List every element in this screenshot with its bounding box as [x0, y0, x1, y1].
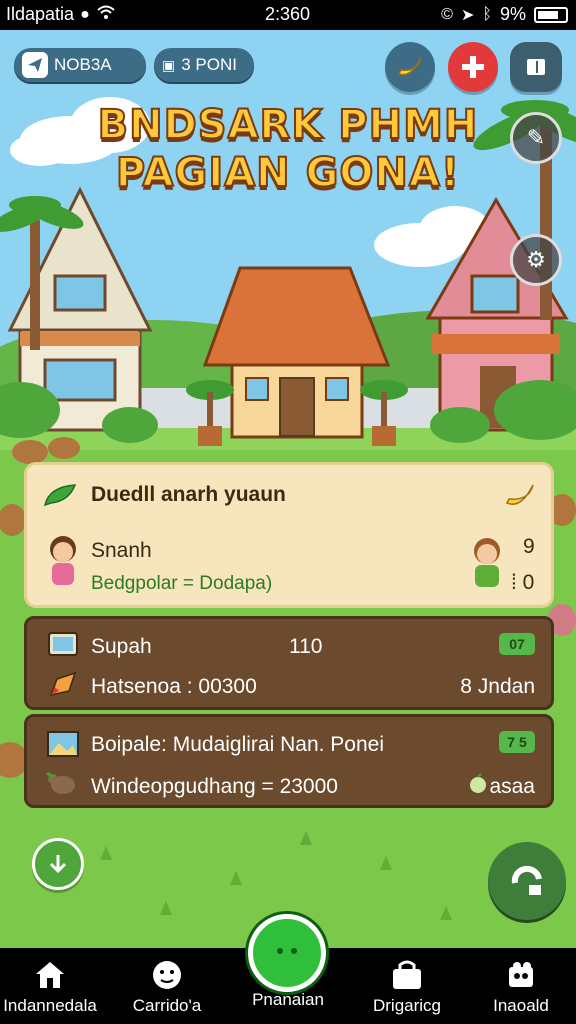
- nav-label-character: Carrido'a: [132, 996, 202, 1015]
- game-title-line2: PAGIAN GONA!: [115, 149, 461, 197]
- animal-icon: [46, 771, 75, 794]
- notification-icon: ●: [80, 5, 90, 23]
- battery-icon: [534, 6, 568, 23]
- landscape-icon: [47, 731, 79, 757]
- nav-item-character[interactable]: Carrido'a: [112, 948, 222, 1024]
- side-settings-button[interactable]: ⚙: [510, 234, 562, 286]
- leaf-icon: [43, 484, 77, 507]
- panel-1-detail: Hatsenoa : 00300: [91, 675, 257, 698]
- book-icon: [527, 59, 545, 75]
- points-chip[interactable]: ▣ 3 PONI: [154, 48, 254, 82]
- nav-item-puzzle[interactable]: Inaoald: [466, 948, 576, 1024]
- panel-1-badge: 07: [499, 633, 535, 655]
- points-chip-label: 3 PONI: [181, 55, 237, 74]
- nav-label-home: Indannedala: [3, 996, 97, 1015]
- location-icon: ➤: [460, 6, 475, 24]
- bluetooth-icon: ᛒ: [482, 5, 492, 23]
- profile-chip-label: NOB3A: [54, 55, 112, 74]
- paper-plane-icon: [22, 52, 48, 78]
- arrow-down-icon: [49, 855, 67, 874]
- nav-label-play: Pnanaian: [252, 990, 324, 1009]
- quest-counter-bottom: ⁞ 0: [511, 571, 535, 594]
- panel-2-title: Boipale: Mudaiglirai Nan. Ponei: [91, 733, 385, 756]
- nav-item-shop[interactable]: Drigaricg: [352, 948, 462, 1024]
- add-button[interactable]: [448, 42, 498, 92]
- gear-icon: ⚙: [526, 247, 546, 272]
- nav-item-home[interactable]: Indannedala: [0, 948, 105, 1024]
- girl-avatar: [50, 536, 76, 585]
- clock: 2:360: [265, 4, 311, 24]
- nav-label-puzzle: Inaoald: [493, 996, 549, 1015]
- sync-icon: ©: [441, 5, 453, 23]
- quest-panel[interactable]: Duedll anarh yuaun Snanh Bedgpolar = Dod…: [24, 462, 554, 608]
- quest-character-name: Snanh: [91, 539, 152, 562]
- apple-icon: [470, 773, 486, 793]
- action-button[interactable]: [488, 842, 566, 920]
- panel-2-detail: Windeopgudhang = 23000: [91, 775, 338, 798]
- face-icon: [151, 958, 183, 992]
- banana-icon: [505, 484, 534, 505]
- points-icon: ▣: [162, 56, 176, 73]
- tv-icon: [48, 632, 78, 656]
- battery-percent: 9%: [499, 4, 526, 24]
- quest-counter-top: 9: [523, 535, 535, 558]
- play-icon: [277, 948, 297, 954]
- quest-heading: Duedll anarh yuaun: [91, 483, 286, 506]
- panel-1-detail-right: 8 Jndan: [460, 675, 535, 698]
- panel-1-title: Supah: [91, 635, 152, 658]
- quest-subtext: Bedgpolar = Dodapa): [91, 573, 273, 594]
- puzzle-icon: [505, 958, 537, 992]
- bag-icon: [390, 958, 424, 992]
- download-button[interactable]: [32, 838, 84, 890]
- profile-chip[interactable]: NOB3A: [14, 48, 146, 82]
- villager-avatar: [474, 538, 500, 587]
- rocket-icon: [49, 671, 77, 697]
- game-title-line1: BNDSARK PHMH: [97, 101, 479, 149]
- carrier-label: Ildapatia: [6, 4, 75, 24]
- resource-panel-1[interactable]: Supah 110 07 Hatsenoa : 00300 8 Jndan: [24, 616, 554, 710]
- panel-2-detail-right: asaa: [489, 775, 535, 798]
- nav-label-shop: Drigaricg: [372, 996, 442, 1015]
- panel-2-badge: 7 5: [499, 731, 535, 753]
- plus-icon: [462, 56, 484, 78]
- nav-center-play-button[interactable]: [248, 914, 326, 992]
- panel-1-value: 110: [289, 635, 323, 658]
- wifi-icon: [96, 4, 116, 25]
- resource-panel-2[interactable]: Boipale: Mudaiglirai Nan. Ponei 7 5 Wind…: [24, 714, 554, 808]
- banana-button[interactable]: [385, 42, 435, 92]
- refresh-icon: [511, 865, 542, 895]
- banana-icon: [397, 57, 422, 76]
- menu-button[interactable]: [510, 42, 562, 92]
- home-icon: [34, 958, 66, 992]
- status-bar: Ildapatia ● 2:360 © ➤ ᛒ 9%: [0, 0, 576, 30]
